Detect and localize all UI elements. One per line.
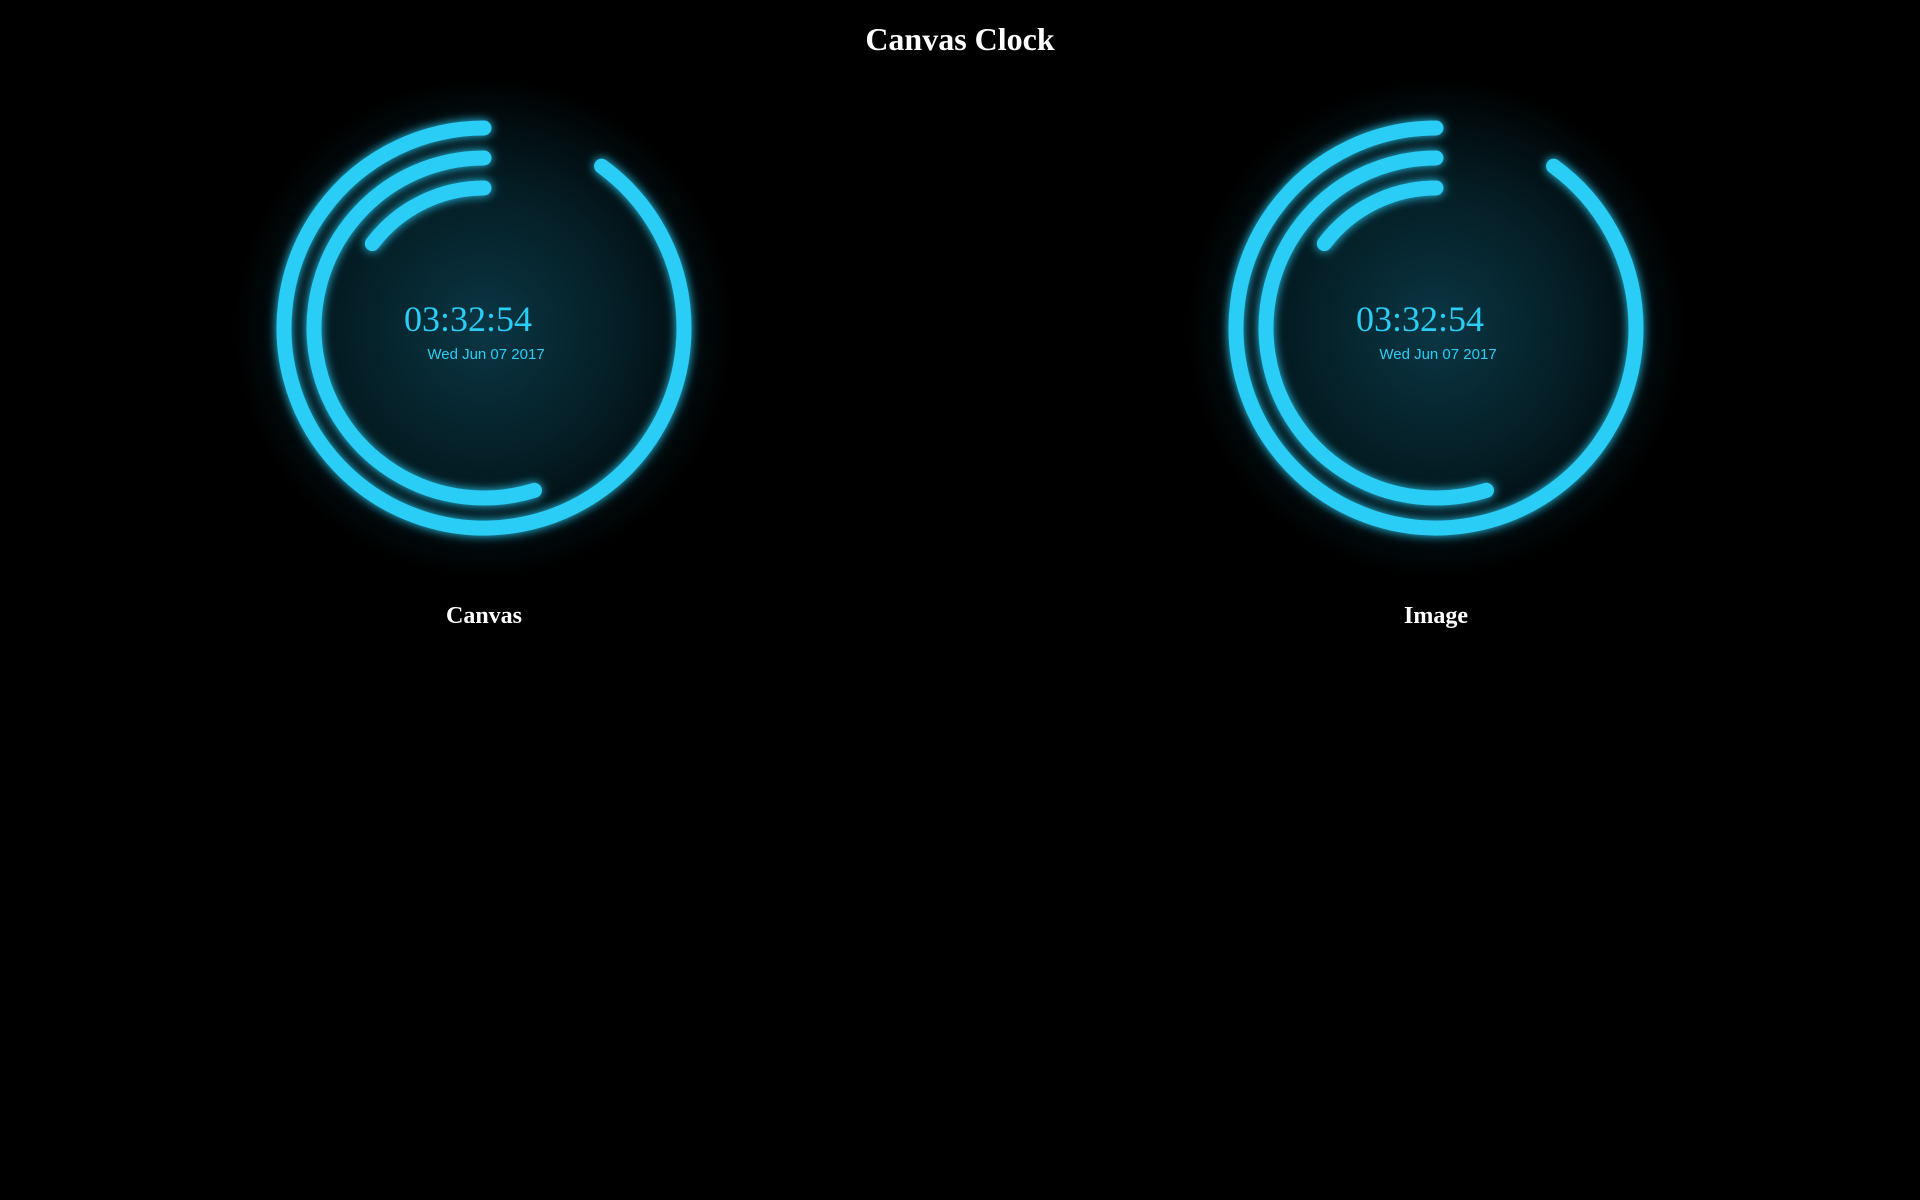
image-clock-face: 03:32:54 Wed Jun 07 2017 — [1186, 78, 1686, 578]
canvas-label: Canvas — [445, 603, 523, 629]
image-label: Image — [1404, 603, 1468, 629]
page-title: Canvas Clock — [865, 21, 1055, 57]
clock-date: Wed Jun 07 2017 — [1379, 346, 1496, 363]
image-clock-panel: 03:32:54 Wed Jun 07 2017 Image — [1186, 78, 1686, 629]
clock-date: Wed Jun 07 2017 — [427, 346, 544, 363]
canvas-clock-panel: 03:32:54 Wed Jun 07 2017 Canvas — [234, 78, 734, 629]
clock-time: 03:32:54 — [404, 299, 532, 339]
canvas-clock-face: 03:32:54 Wed Jun 07 2017 — [234, 78, 734, 578]
clock-time: 03:32:54 — [1356, 299, 1484, 339]
